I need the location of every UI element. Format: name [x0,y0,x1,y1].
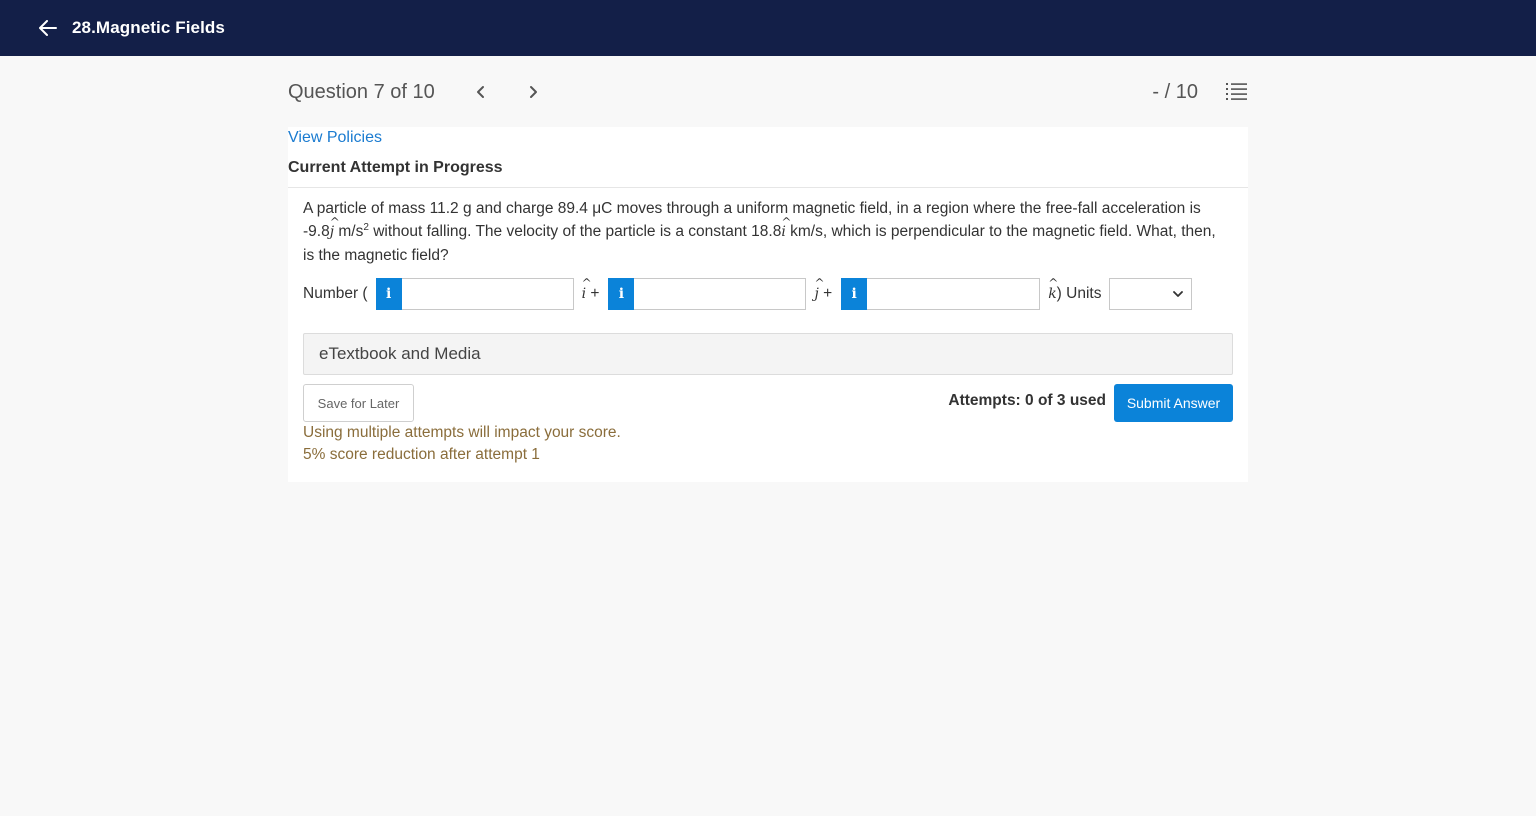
question-list-icon[interactable] [1226,81,1248,103]
next-question-button[interactable] [521,80,545,104]
i-hat-symbol: i [781,211,786,244]
divider [288,187,1248,188]
view-policies-link[interactable]: View Policies [288,129,382,147]
question-score: - / 10 [1152,80,1198,103]
plus-sign: + [590,285,600,302]
info-button-j[interactable]: i [608,278,635,310]
i-hat-symbol: i [582,276,587,302]
question-text-part: without falling. The velocity of the par… [368,223,782,240]
number-label: Number ( [303,285,368,302]
info-button-i[interactable]: i [375,278,402,310]
i-component-label: i + [582,276,600,303]
back-arrow-icon[interactable] [38,18,58,38]
attempts-counter: Attempts: 0 of 3 used [948,392,1106,409]
i-component-input[interactable] [401,278,574,310]
j-hat-symbol: j [330,211,335,244]
chevron-left-icon [476,86,484,98]
question-counter: Question 7 of 10 [288,80,435,103]
attempts-warning: Using multiple attempts will impact your… [303,424,621,441]
k-component-input[interactable] [867,278,1041,310]
j-hat-symbol: j [814,276,819,302]
save-for-later-button[interactable]: Save for Later [303,384,414,422]
info-button-k[interactable]: i [841,278,868,310]
chevron-right-icon [529,86,537,98]
previous-question-button[interactable] [469,80,493,104]
k-hat-symbol: k [1048,276,1057,302]
k-component-label: k) Units [1048,276,1102,303]
chevron-down-icon [1173,290,1184,297]
top-bar: 28.Magnetic Fields [0,0,1536,56]
question-header: Question 7 of 10 - / 10 [288,72,1248,112]
assignment-title: 28.Magnetic Fields [72,18,225,37]
question-panel: View Policies Current Attempt in Progres… [288,127,1248,482]
units-label: ) Units [1056,285,1102,302]
submit-answer-button[interactable]: Submit Answer [1114,384,1233,422]
j-component-label: j + [814,276,832,303]
etextbook-media-section[interactable]: eTextbook and Media [303,333,1233,375]
score-reduction-note: 5% score reduction after attempt 1 [303,446,540,463]
answer-row: Number ( i i + i j + i k) Units [303,276,1233,310]
question-text: A particle of mass 11.2 g and charge 89.… [303,197,1223,267]
j-component-input[interactable] [634,278,807,310]
units-select[interactable] [1109,278,1193,310]
attempt-status: Current Attempt in Progress [288,159,503,176]
